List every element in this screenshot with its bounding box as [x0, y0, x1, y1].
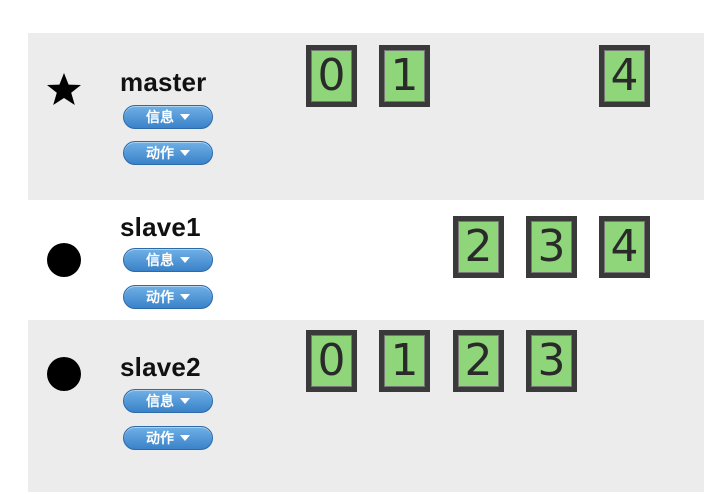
node-name: master	[120, 67, 207, 97]
slot-1: 1	[379, 330, 430, 392]
chevron-down-icon	[180, 398, 190, 404]
slot-4: 4	[599, 216, 650, 278]
slot-4: 4	[599, 45, 650, 107]
action-button[interactable]: 动作	[123, 426, 213, 450]
slot-2: 2	[453, 216, 504, 278]
action-button-label: 动作	[146, 145, 174, 161]
info-button-label: 信息	[146, 393, 174, 409]
star-icon	[46, 71, 82, 107]
chevron-down-icon	[180, 435, 190, 441]
action-button-label: 动作	[146, 430, 174, 446]
action-button[interactable]: 动作	[123, 141, 213, 165]
slot-2: 2	[453, 330, 504, 392]
slot-3: 3	[526, 330, 577, 392]
info-button[interactable]: 信息	[123, 389, 213, 413]
info-button[interactable]: 信息	[123, 105, 213, 129]
circle-icon	[46, 242, 82, 278]
chevron-down-icon	[180, 150, 190, 156]
info-button-label: 信息	[146, 109, 174, 125]
slot-0: 0	[306, 45, 357, 107]
action-button[interactable]: 动作	[123, 285, 213, 309]
chevron-down-icon	[180, 114, 190, 120]
slot-3: 3	[526, 216, 577, 278]
circle-icon	[46, 356, 82, 392]
info-button-label: 信息	[146, 252, 174, 268]
action-button-label: 动作	[146, 289, 174, 305]
node-name: slave2	[120, 352, 201, 382]
chevron-down-icon	[180, 294, 190, 300]
slot-1: 1	[379, 45, 430, 107]
node-row-slave2: slave2 信息 动作 0 1 2 3	[28, 320, 704, 492]
chevron-down-icon	[180, 257, 190, 263]
node-name: slave1	[120, 212, 201, 242]
node-row-slave1: slave1 信息 动作 2 3 4	[28, 204, 704, 316]
info-button[interactable]: 信息	[123, 248, 213, 272]
node-row-master: master 信息 动作 0 1 4	[28, 33, 704, 200]
slot-0: 0	[306, 330, 357, 392]
